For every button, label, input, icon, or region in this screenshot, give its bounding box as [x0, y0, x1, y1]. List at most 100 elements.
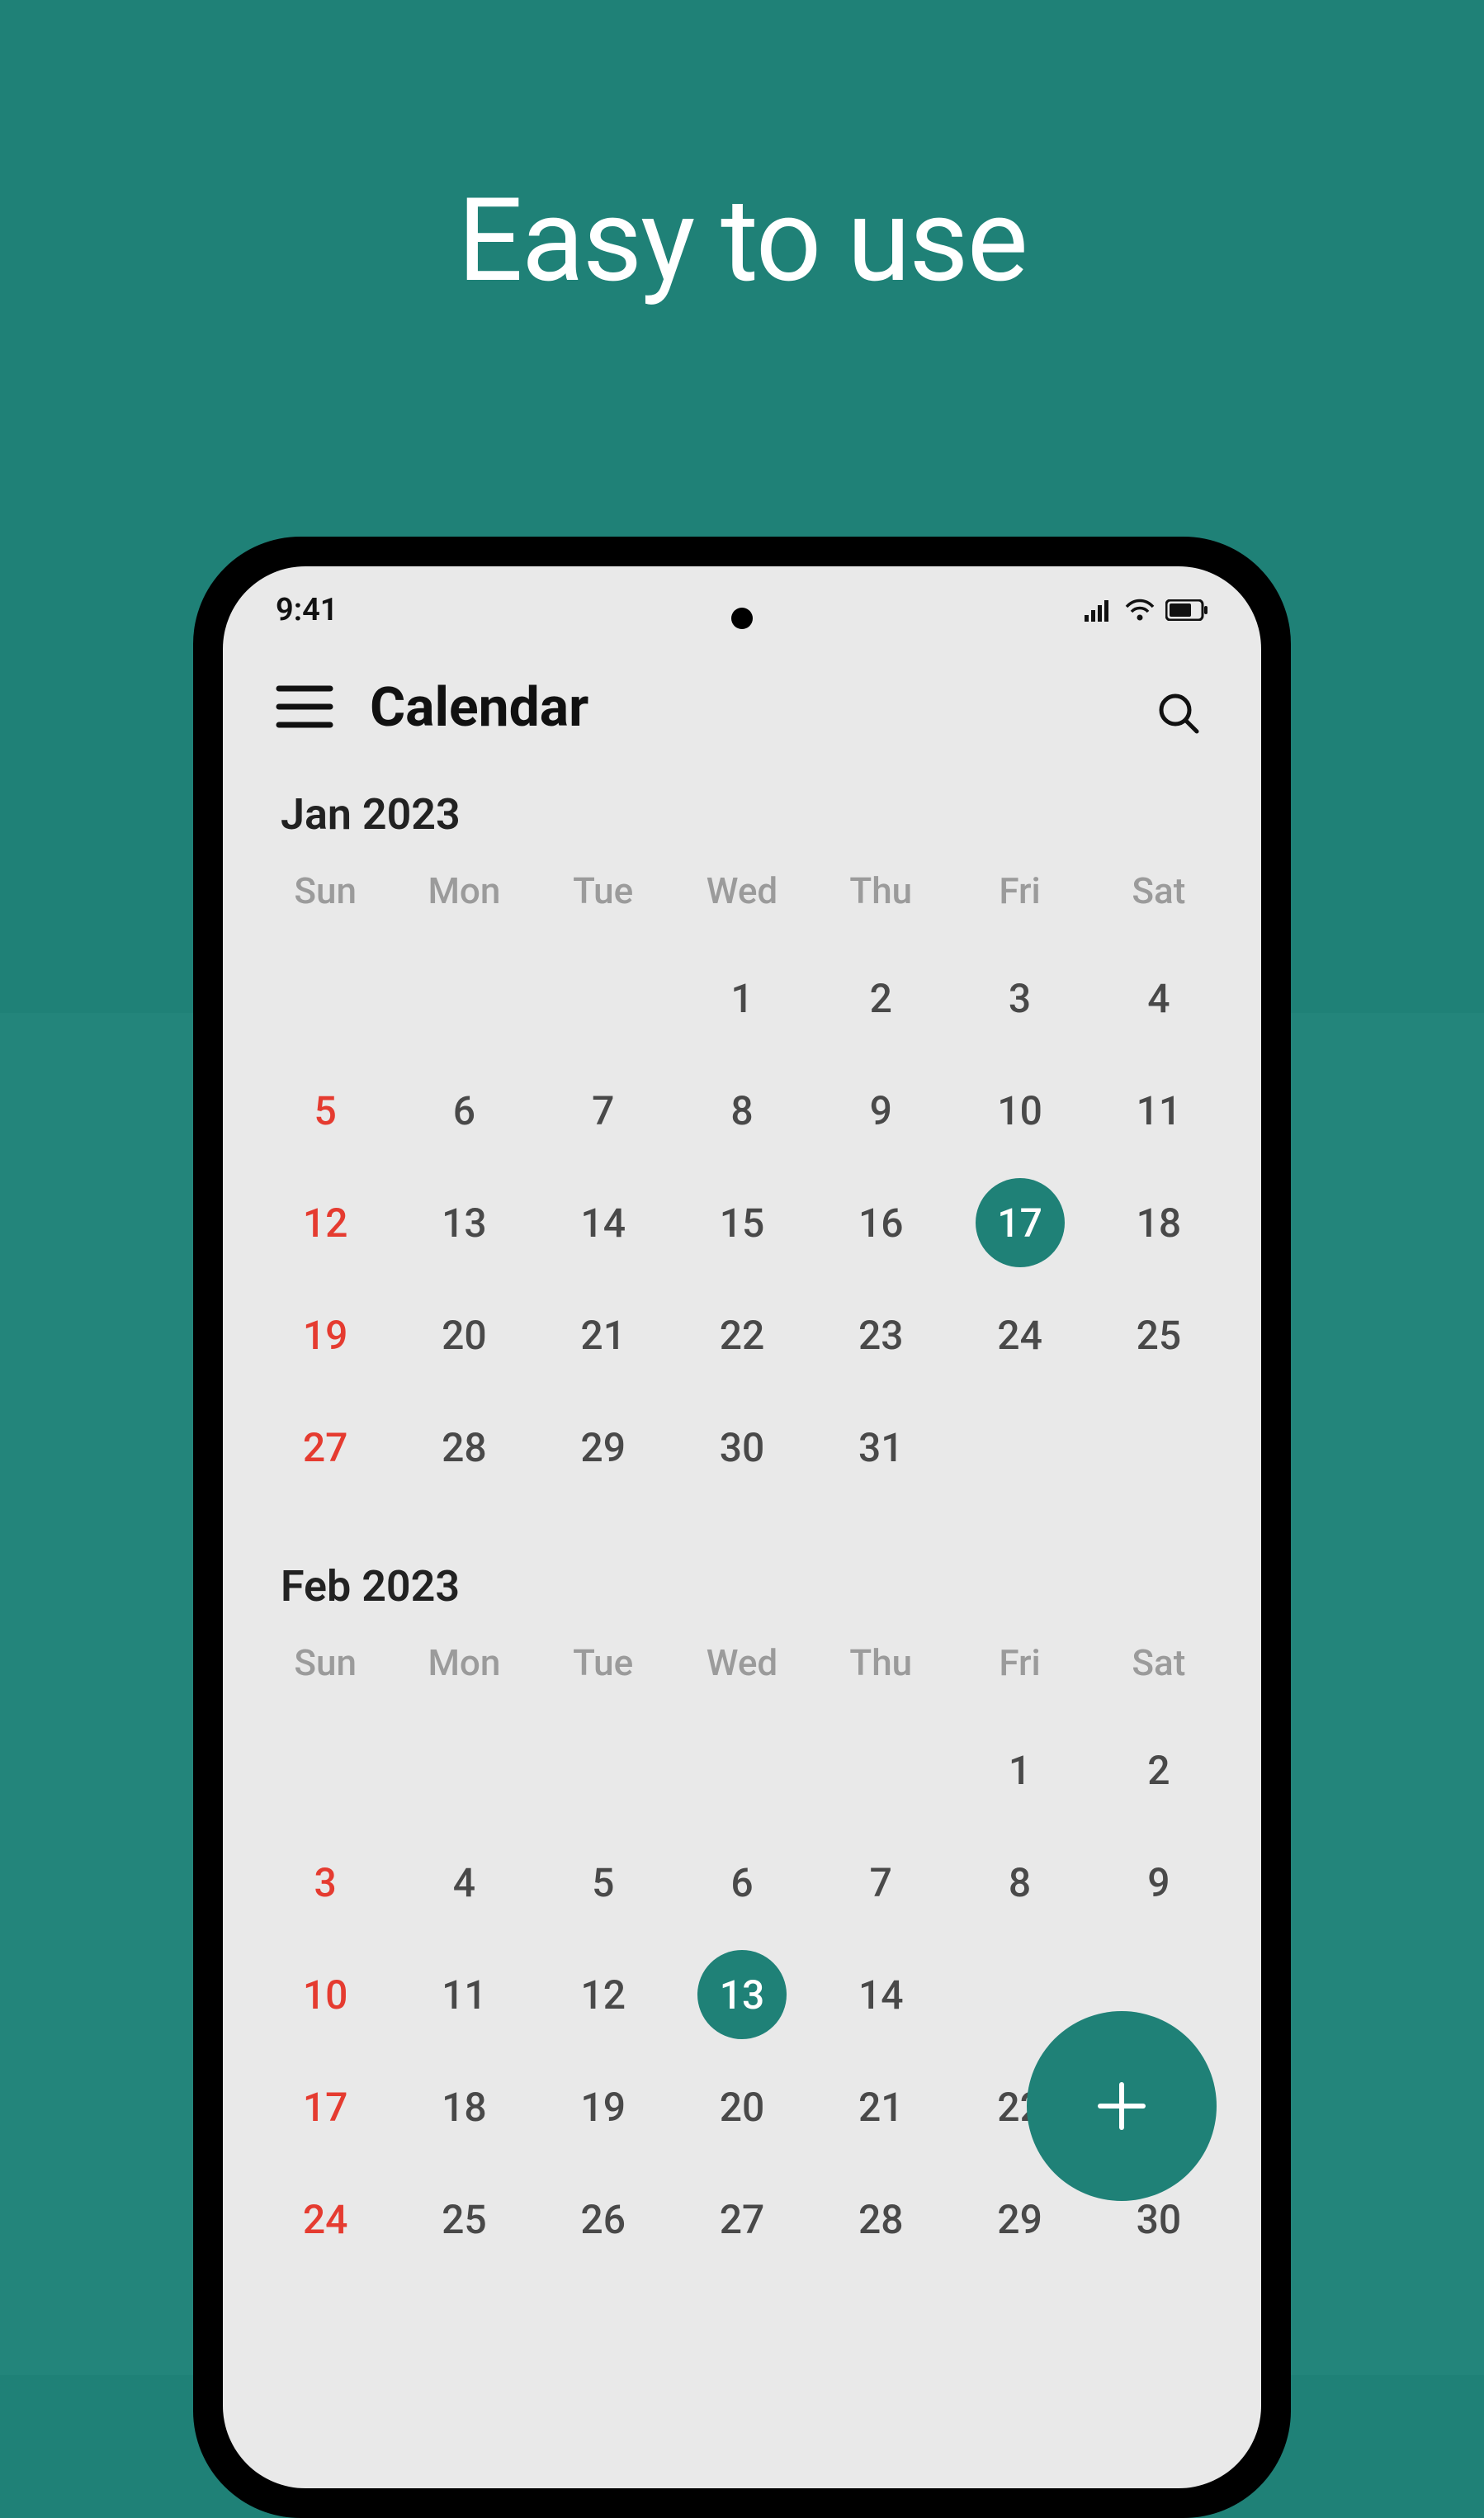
day-cell[interactable]: 24: [950, 1279, 1089, 1391]
day-number: 13: [697, 1950, 787, 2039]
day-number: 2: [870, 975, 892, 1022]
day-cell[interactable]: 28: [811, 2163, 950, 2275]
day-number: 25: [442, 2196, 487, 2243]
day-number: 7: [870, 1859, 892, 1906]
day-cell[interactable]: 17: [256, 2051, 395, 2163]
week-row: 12: [256, 1714, 1228, 1826]
day-number: 12: [580, 1971, 626, 2019]
phone-frame: 9:41 Calendar Jan 2023SunM: [193, 537, 1291, 2518]
day-cell[interactable]: 19: [534, 2051, 673, 2163]
day-cell[interactable]: 14: [811, 1938, 950, 2051]
day-number: 3: [314, 1859, 337, 1906]
day-cell[interactable]: 5: [256, 1054, 395, 1167]
week-row: 1 2 34: [256, 942, 1228, 1054]
day-number: 6: [730, 1859, 753, 1906]
day-number: 29: [580, 1424, 626, 1471]
day-cell[interactable]: 25: [395, 2163, 533, 2275]
day-cell[interactable]: 7: [534, 1054, 673, 1167]
day-cell[interactable]: 7: [811, 1826, 950, 1938]
day-number: 21: [580, 1312, 626, 1359]
day-cell[interactable]: 17: [950, 1167, 1089, 1279]
day-cell[interactable]: 6: [673, 1826, 811, 1938]
day-cell[interactable]: 8: [950, 1826, 1089, 1938]
camera-dot: [731, 608, 753, 629]
day-cell[interactable]: 4: [1089, 942, 1228, 1054]
week-row: 2728 29 3031: [256, 1391, 1228, 1503]
day-cell[interactable]: 1: [673, 942, 811, 1054]
day-cell[interactable]: 11: [1089, 1054, 1228, 1167]
day-number: 2: [1147, 1747, 1170, 1794]
week-row: 3 4 5 6 7 8 9: [256, 1826, 1228, 1938]
day-number: 16: [858, 1200, 904, 1247]
day-cell[interactable]: 25: [1089, 1279, 1228, 1391]
day-number: 17: [303, 2084, 348, 2131]
day-number: 19: [303, 1312, 348, 1359]
day-cell[interactable]: 5: [534, 1826, 673, 1938]
day-cell[interactable]: 31: [811, 1391, 950, 1503]
menu-icon[interactable]: [276, 684, 333, 733]
day-cell[interactable]: 28: [395, 1391, 533, 1503]
day-cell[interactable]: 18: [1089, 1167, 1228, 1279]
day-number: 14: [858, 1971, 904, 2019]
day-number: 5: [592, 1859, 614, 1906]
day-number: 14: [580, 1200, 626, 1247]
weekday-label: Thu: [811, 869, 950, 912]
day-cell[interactable]: 13: [395, 1167, 533, 1279]
day-cell[interactable]: 19: [256, 1279, 395, 1391]
day-number: 4: [453, 1859, 475, 1906]
day-cell[interactable]: 4: [395, 1826, 533, 1938]
weekday-row: SunMonTueWedThuFriSat: [256, 1641, 1228, 1684]
day-cell[interactable]: 1: [950, 1714, 1089, 1826]
week-row: 19 20 21 22 23 2425: [256, 1279, 1228, 1391]
day-cell[interactable]: 2: [1089, 1714, 1228, 1826]
day-cell[interactable]: 27: [673, 2163, 811, 2275]
day-cell[interactable]: 2: [811, 942, 950, 1054]
day-cell[interactable]: 12: [534, 1938, 673, 2051]
day-cell[interactable]: 6: [395, 1054, 533, 1167]
day-cell[interactable]: 16: [811, 1167, 950, 1279]
day-cell[interactable]: 21: [534, 1279, 673, 1391]
day-cell[interactable]: 10: [950, 1054, 1089, 1167]
day-cell[interactable]: 22: [673, 1279, 811, 1391]
day-cell[interactable]: 13: [673, 1938, 811, 2051]
day-cell[interactable]: 20: [395, 1279, 533, 1391]
day-cell[interactable]: 29: [534, 1391, 673, 1503]
day-number: 20: [442, 1312, 487, 1359]
day-number: 10: [997, 1087, 1042, 1134]
signal-icon: [1085, 599, 1114, 622]
app-title: Calendar: [370, 676, 588, 740]
day-cell[interactable]: 27: [256, 1391, 395, 1503]
day-cell[interactable]: 8: [673, 1054, 811, 1167]
status-time: 9:41: [276, 592, 338, 628]
weekday-label: Fri: [950, 869, 1089, 912]
day-cell[interactable]: 9: [1089, 1826, 1228, 1938]
day-cell[interactable]: 10: [256, 1938, 395, 2051]
day-cell[interactable]: 26: [534, 2163, 673, 2275]
day-number: 12: [303, 1200, 348, 1247]
day-cell[interactable]: 3: [256, 1826, 395, 1938]
day-number: 1: [1009, 1747, 1031, 1794]
day-number: 26: [580, 2196, 626, 2243]
day-number: 17: [976, 1178, 1065, 1267]
day-cell[interactable]: 21: [811, 2051, 950, 2163]
day-number: 9: [1147, 1859, 1170, 1906]
day-cell[interactable]: 9: [811, 1054, 950, 1167]
day-cell[interactable]: 20: [673, 2051, 811, 2163]
day-cell[interactable]: 30: [673, 1391, 811, 1503]
day-cell: [673, 1714, 811, 1826]
day-cell[interactable]: 24: [256, 2163, 395, 2275]
day-cell[interactable]: 15: [673, 1167, 811, 1279]
weekday-label: Mon: [395, 869, 533, 912]
add-event-button[interactable]: [1027, 2011, 1217, 2201]
day-cell[interactable]: 14: [534, 1167, 673, 1279]
day-cell[interactable]: 12: [256, 1167, 395, 1279]
day-cell: [1089, 1391, 1228, 1503]
day-cell[interactable]: 18: [395, 2051, 533, 2163]
day-cell[interactable]: 11: [395, 1938, 533, 2051]
day-cell[interactable]: 23: [811, 1279, 950, 1391]
phone-screen: 9:41 Calendar Jan 2023SunM: [223, 566, 1261, 2488]
search-icon[interactable]: [1156, 690, 1202, 740]
day-number: 28: [858, 2196, 904, 2243]
day-cell[interactable]: 3: [950, 942, 1089, 1054]
day-number: 23: [858, 1312, 904, 1359]
